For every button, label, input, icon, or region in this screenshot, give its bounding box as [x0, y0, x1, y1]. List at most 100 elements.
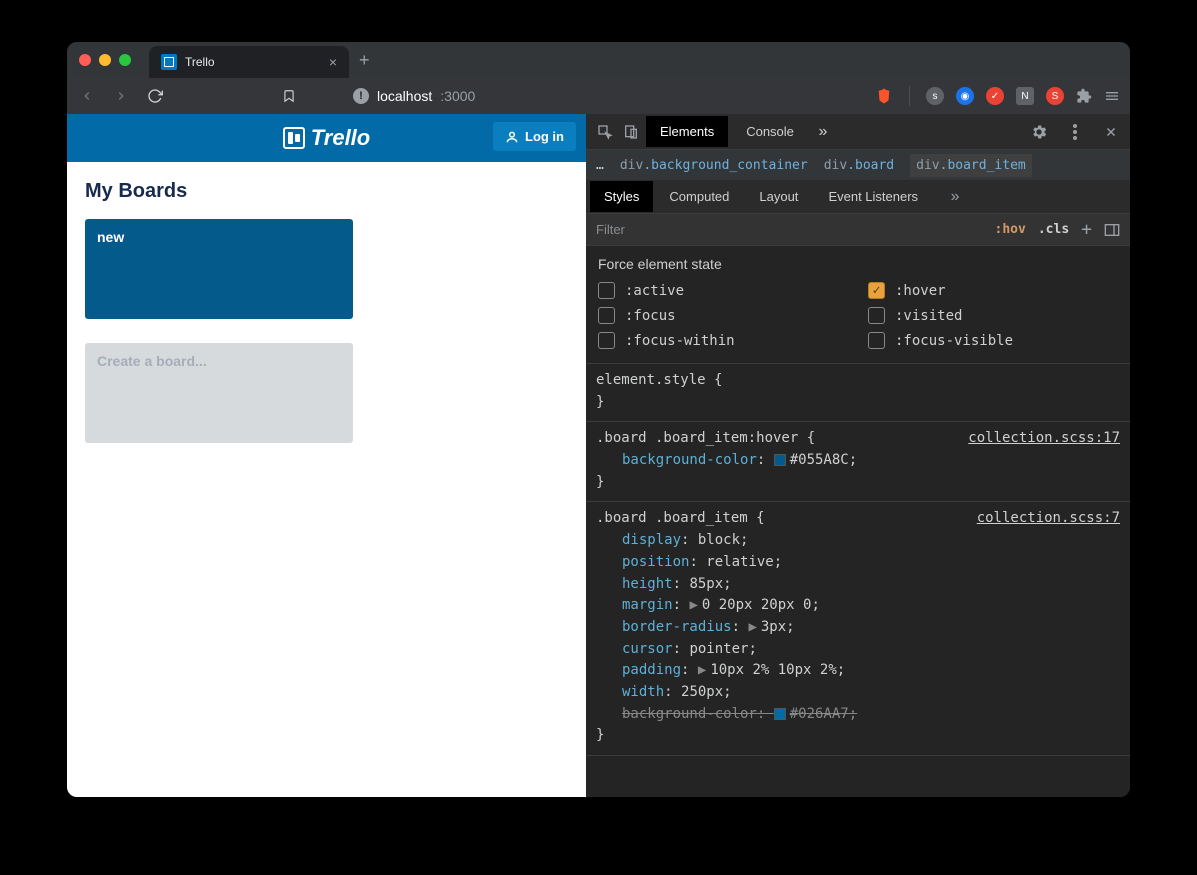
settings-icon[interactable] — [1028, 123, 1050, 141]
css-declaration[interactable]: width: 250px; — [596, 682, 1120, 704]
cls-toggle[interactable]: .cls — [1038, 222, 1069, 237]
css-rules: element.style {}collection.scss:17.board… — [586, 364, 1130, 756]
extension-icon[interactable]: s — [926, 87, 944, 105]
devtools-tab-elements[interactable]: Elements — [646, 116, 728, 147]
force-state-title: Force element state — [598, 256, 1118, 272]
state-checkbox[interactable]: :hover — [868, 282, 1118, 299]
extension-icon[interactable]: N — [1016, 87, 1034, 105]
styles-filter-row: :hov .cls + — [586, 214, 1130, 246]
user-icon — [505, 130, 519, 144]
url-host: localhost — [377, 88, 432, 104]
css-declaration[interactable]: border-radius: ▶3px; — [596, 617, 1120, 639]
kebab-menu-icon[interactable] — [1064, 124, 1086, 140]
rule-source-link[interactable]: collection.scss:7 — [977, 508, 1120, 530]
extension-icon[interactable]: ✓ — [986, 87, 1004, 105]
breadcrumb-item[interactable]: div.background_container — [620, 158, 808, 173]
subtab-styles[interactable]: Styles — [590, 181, 653, 212]
devtools-tab-console[interactable]: Console — [732, 116, 808, 147]
url-bar[interactable]: ! localhost :3000 — [353, 88, 475, 104]
trello-logo-icon — [283, 127, 305, 149]
checkbox-icon — [598, 307, 615, 324]
url-port: :3000 — [440, 88, 475, 104]
devtools-panel: Elements Console » … div.backg — [586, 114, 1130, 797]
state-label: :hover — [895, 283, 946, 299]
subtab-event-listeners[interactable]: Event Listeners — [814, 181, 932, 212]
checkbox-icon — [598, 282, 615, 299]
rule-source-link[interactable]: collection.scss:17 — [968, 428, 1120, 450]
browser-menu-button[interactable] — [1104, 88, 1120, 104]
devtools-tabs-right — [1028, 123, 1122, 141]
css-declaration[interactable]: display: block; — [596, 530, 1120, 552]
css-rule[interactable]: collection.scss:17.board .board_item:hov… — [586, 422, 1130, 502]
css-declaration[interactable]: padding: ▶10px 2% 10px 2%; — [596, 660, 1120, 682]
window-close-button[interactable] — [79, 54, 91, 66]
css-rule[interactable]: collection.scss:7.board .board_item {dis… — [586, 502, 1130, 756]
css-declaration[interactable]: height: 85px; — [596, 574, 1120, 596]
tab-close-button[interactable]: × — [329, 54, 337, 70]
browser-toolbar: ! localhost :3000 s ◉ ✓ N S — [67, 78, 1130, 114]
css-declaration[interactable]: margin: ▶0 20px 20px 0; — [596, 595, 1120, 617]
state-checkbox[interactable]: :active — [598, 282, 848, 299]
window-minimize-button[interactable] — [99, 54, 111, 66]
browser-window: Trello × + ! localhost :3000 s ◉ — [67, 42, 1130, 797]
checkbox-icon — [598, 332, 615, 349]
subtab-computed[interactable]: Computed — [655, 181, 743, 212]
login-button[interactable]: Log in — [493, 122, 576, 151]
board-item[interactable]: new — [85, 219, 353, 319]
css-rule[interactable]: element.style {} — [586, 364, 1130, 422]
dom-breadcrumb: … div.background_container div.board div… — [586, 150, 1130, 180]
state-checkbox[interactable]: :focus — [598, 307, 848, 324]
content-split: Trello Log in My Boards new Create a boa… — [67, 114, 1130, 797]
state-checkbox[interactable]: :focus-visible — [868, 332, 1118, 349]
reload-button[interactable] — [145, 88, 165, 104]
more-subtabs-icon[interactable]: » — [944, 188, 966, 206]
css-declaration[interactable]: background-color: #055A8C; — [596, 450, 1120, 472]
extension-icon[interactable]: ◉ — [956, 87, 974, 105]
brand[interactable]: Trello — [283, 125, 371, 151]
device-toggle-icon[interactable] — [620, 124, 642, 140]
create-board-label: Create a board... — [97, 353, 207, 369]
traffic-lights — [79, 54, 131, 66]
insecure-icon: ! — [353, 88, 369, 104]
css-declaration[interactable]: cursor: pointer; — [596, 639, 1120, 661]
breadcrumb-item-active[interactable]: div.board_item — [910, 154, 1032, 177]
checkbox-icon — [868, 307, 885, 324]
styles-filter-input[interactable] — [596, 222, 876, 237]
breadcrumb-ellipsis[interactable]: … — [596, 158, 604, 173]
checkbox-icon — [868, 332, 885, 349]
devtools-tabs: Elements Console » — [586, 114, 1130, 150]
board-item-label: new — [97, 229, 124, 245]
css-declaration[interactable]: background-color: #026AA7; — [596, 704, 1120, 726]
new-tab-button[interactable]: + — [349, 50, 380, 71]
create-board-button[interactable]: Create a board... — [85, 343, 353, 443]
more-tabs-icon[interactable]: » — [812, 123, 834, 141]
extensions-icon[interactable] — [1076, 88, 1092, 104]
browser-tab[interactable]: Trello × — [149, 46, 349, 78]
login-label: Log in — [525, 129, 564, 144]
brand-text: Trello — [311, 125, 371, 151]
back-button[interactable] — [77, 89, 97, 103]
page-title: My Boards — [85, 180, 568, 203]
inspect-element-icon[interactable] — [594, 124, 616, 140]
state-checkbox[interactable]: :focus-within — [598, 332, 848, 349]
subtab-layout[interactable]: Layout — [745, 181, 812, 212]
brave-shields-icon[interactable] — [875, 87, 893, 105]
extension-icon[interactable]: S — [1046, 87, 1064, 105]
state-checkbox[interactable]: :visited — [868, 307, 1118, 324]
window-maximize-button[interactable] — [119, 54, 131, 66]
forward-button[interactable] — [111, 89, 131, 103]
breadcrumb-item[interactable]: div.board — [824, 158, 894, 173]
new-style-rule-icon[interactable]: + — [1081, 219, 1092, 240]
force-state-panel: Force element state :active :hover :focus:… — [586, 246, 1130, 364]
css-declaration[interactable]: position: relative; — [596, 552, 1120, 574]
page-viewport: Trello Log in My Boards new Create a boa… — [67, 114, 586, 797]
toggle-sidebar-icon[interactable] — [1104, 223, 1120, 237]
tab-title: Trello — [185, 55, 215, 69]
hov-toggle[interactable]: :hov — [995, 222, 1026, 237]
app-header: Trello Log in — [67, 114, 586, 162]
devtools-subtabs: Styles Computed Layout Event Listeners » — [586, 180, 1130, 214]
devtools-close-icon[interactable] — [1100, 125, 1122, 139]
toolbar-divider — [909, 86, 910, 106]
window-titlebar: Trello × + — [67, 42, 1130, 78]
bookmark-button[interactable] — [279, 88, 299, 104]
